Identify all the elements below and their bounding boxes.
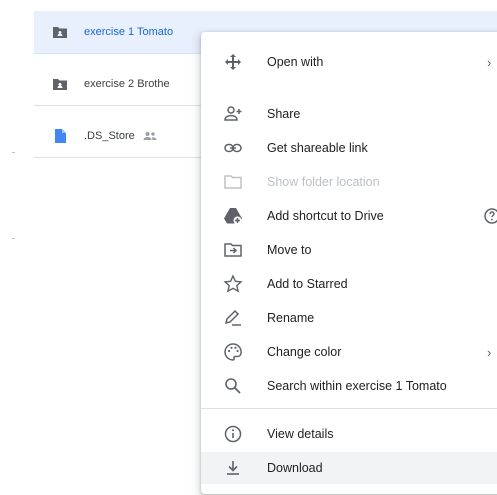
menu-item-add-starred[interactable]: Add to Starred: [201, 268, 497, 300]
menu-label: Share: [267, 107, 301, 121]
menu-item-change-color[interactable]: Change color ›: [201, 336, 497, 368]
menu-label: Search within exercise 1 Tomato: [267, 379, 447, 393]
info-icon: [224, 425, 242, 443]
link-icon: [224, 143, 242, 153]
menu-label: Open with: [267, 55, 324, 69]
help-icon[interactable]: [483, 207, 497, 225]
person-add-icon: [224, 106, 242, 121]
menu-label: Change color: [267, 345, 342, 359]
menu-item-add-shortcut[interactable]: Add shortcut to Drive: [201, 200, 497, 232]
document-icon: [55, 129, 66, 143]
menu-label: Move to: [267, 243, 312, 257]
menu-label: Add to Starred: [267, 277, 348, 291]
menu-item-move-to[interactable]: Move to: [201, 234, 497, 266]
menu-label: Get shareable link: [267, 141, 368, 155]
star-outline-icon: [223, 274, 243, 293]
file-name: exercise 2 Brothe: [84, 78, 170, 90]
menu-label: Download: [267, 461, 323, 475]
menu-item-rename[interactable]: Rename: [201, 302, 497, 334]
menu-item-share[interactable]: Share: [201, 98, 497, 130]
menu-label: View details: [267, 427, 334, 441]
folder-shared-icon: [53, 27, 67, 38]
context-menu: Open with › Share Get shareable link Sho…: [201, 32, 497, 494]
pencil-icon: [224, 309, 241, 326]
drive-shortcut-icon: [224, 208, 242, 225]
download-icon: [227, 461, 239, 475]
scroll-mark: [12, 238, 15, 239]
palette-icon: [224, 343, 242, 361]
shared-people-icon: [143, 132, 157, 140]
search-icon: [225, 378, 241, 394]
menu-label: Show folder location: [267, 175, 380, 189]
chevron-right-icon: ›: [487, 54, 492, 70]
file-name: exercise 1 Tomato: [84, 26, 174, 38]
chevron-right-icon: ›: [487, 344, 492, 360]
folder-shared-icon: [53, 79, 67, 90]
folder-outline-icon: [224, 175, 242, 189]
menu-item-get-link[interactable]: Get shareable link: [201, 132, 497, 164]
menu-item-download[interactable]: Download: [201, 452, 497, 484]
menu-label: Rename: [267, 311, 315, 325]
menu-item-open-with[interactable]: Open with ›: [201, 46, 497, 78]
move-folder-icon: [224, 243, 242, 257]
scroll-mark: [12, 152, 15, 153]
open-with-icon: [225, 54, 241, 70]
file-name: .DS_Store: [84, 130, 135, 142]
menu-item-show-location: Show folder location: [201, 166, 497, 198]
menu-item-search-within[interactable]: Search within exercise 1 Tomato: [201, 370, 497, 402]
menu-item-view-details[interactable]: View details: [201, 418, 497, 450]
menu-label: Add shortcut to Drive: [267, 209, 384, 223]
menu-divider: [201, 408, 497, 409]
